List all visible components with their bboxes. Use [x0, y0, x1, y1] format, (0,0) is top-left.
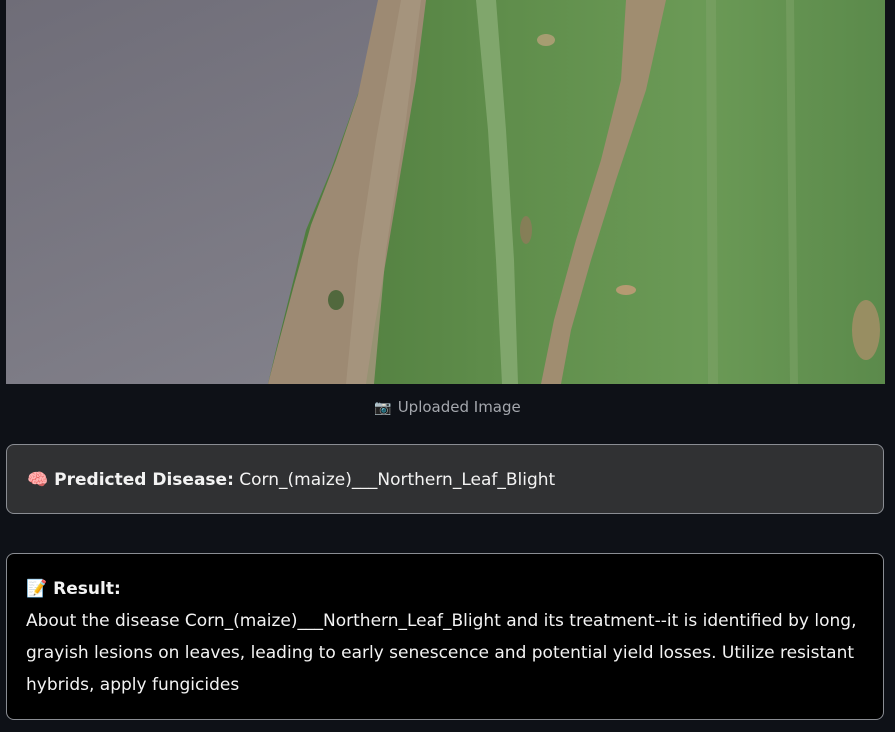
result-label: Result: — [53, 579, 121, 599]
predicted-disease-box: 🧠 Predicted Disease: Corn_(maize)___North… — [6, 444, 884, 514]
uploaded-leaf-image — [6, 0, 885, 384]
caption-text: Uploaded Image — [397, 398, 521, 416]
result-text: About the disease Corn_(maize)___Norther… — [26, 611, 857, 695]
app-page: 📷 Uploaded Image 🧠 Predicted Disease: Corn… — [0, 0, 895, 732]
brain-icon: 🧠 — [27, 470, 49, 490]
predicted-disease-value: Corn_(maize)___Northern_Leaf_Blight — [239, 470, 556, 490]
camera-icon: 📷 — [374, 400, 392, 416]
image-caption: 📷 Uploaded Image — [0, 398, 895, 416]
predicted-disease-label: Predicted Disease: — [54, 470, 234, 490]
result-heading: 📝 Result: — [26, 573, 863, 605]
memo-icon: 📝 — [26, 579, 48, 599]
result-box: 📝 Result: About the disease Corn_(maize)_… — [6, 553, 884, 720]
